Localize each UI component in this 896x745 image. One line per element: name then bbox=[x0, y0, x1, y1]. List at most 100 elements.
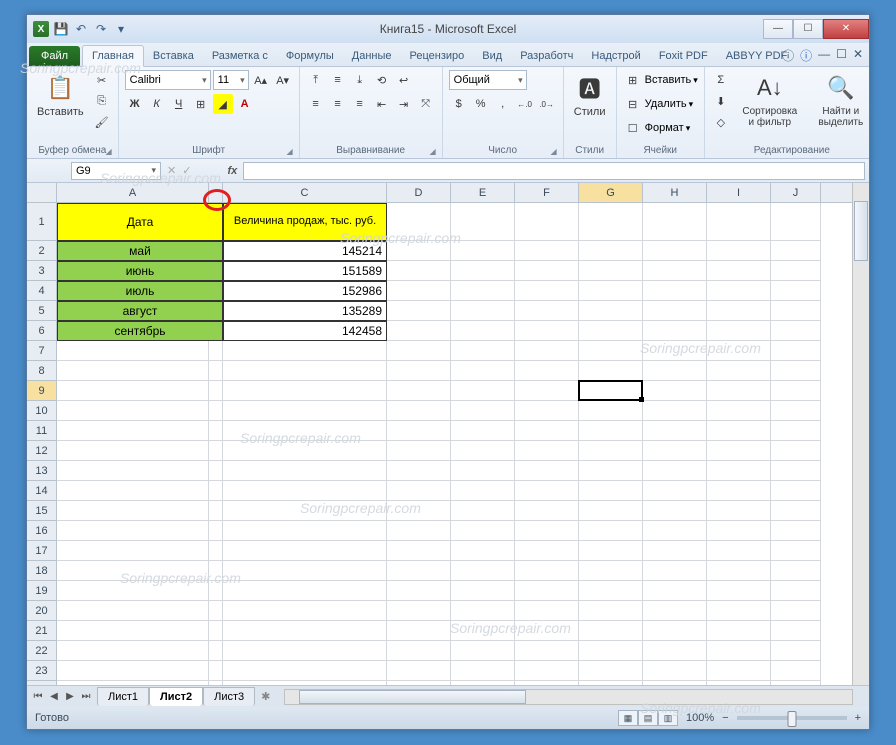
cell[interactable] bbox=[223, 461, 387, 481]
help-icon[interactable]: ⓘ bbox=[800, 47, 812, 64]
cell[interactable] bbox=[643, 281, 707, 301]
cell[interactable] bbox=[707, 301, 771, 321]
row-header-11[interactable]: 11 bbox=[27, 421, 56, 441]
cell[interactable] bbox=[57, 601, 209, 621]
mdi-min-icon[interactable]: — bbox=[818, 47, 830, 64]
cell[interactable] bbox=[707, 481, 771, 501]
row-header-1[interactable]: 1 bbox=[27, 203, 56, 241]
cell[interactable] bbox=[209, 681, 223, 685]
cell[interactable] bbox=[707, 641, 771, 661]
cell[interactable] bbox=[451, 521, 515, 541]
orientation-button[interactable]: ⟲ bbox=[372, 70, 392, 90]
cell[interactable] bbox=[387, 401, 451, 421]
tab-developer[interactable]: Разработч bbox=[511, 46, 582, 66]
cell[interactable] bbox=[515, 601, 579, 621]
cell[interactable] bbox=[451, 541, 515, 561]
tab-review[interactable]: Рецензиро bbox=[401, 46, 474, 66]
formula-input[interactable] bbox=[243, 162, 865, 180]
cell[interactable] bbox=[223, 621, 387, 641]
cell[interactable] bbox=[209, 661, 223, 681]
cell[interactable] bbox=[57, 661, 209, 681]
cell[interactable] bbox=[387, 381, 451, 401]
font-name-combo[interactable]: Calibri bbox=[125, 70, 211, 90]
tab-view[interactable]: Вид bbox=[473, 46, 511, 66]
file-tab[interactable]: Файл bbox=[29, 46, 80, 66]
cell[interactable] bbox=[57, 421, 209, 441]
cell[interactable] bbox=[579, 441, 643, 461]
cell[interactable] bbox=[451, 441, 515, 461]
cell[interactable] bbox=[771, 281, 821, 301]
align-right-button[interactable]: ≡ bbox=[350, 94, 370, 114]
cell[interactable] bbox=[515, 381, 579, 401]
percent-button[interactable]: % bbox=[471, 94, 491, 114]
col-header-F[interactable]: F bbox=[515, 183, 579, 202]
cell[interactable] bbox=[451, 321, 515, 341]
cell[interactable] bbox=[451, 281, 515, 301]
cell[interactable] bbox=[643, 601, 707, 621]
row-header-18[interactable]: 18 bbox=[27, 561, 56, 581]
row-headers[interactable]: 123456789101112131415161718192021222324 bbox=[27, 203, 57, 685]
row-header-15[interactable]: 15 bbox=[27, 501, 56, 521]
cell[interactable] bbox=[579, 301, 643, 321]
view-pagebreak-button[interactable]: ▥ bbox=[658, 710, 678, 726]
cell[interactable] bbox=[771, 601, 821, 621]
row-header-22[interactable]: 22 bbox=[27, 641, 56, 661]
cell[interactable] bbox=[387, 521, 451, 541]
italic-button[interactable]: К bbox=[147, 94, 167, 114]
format-cells-button[interactable]: Формат bbox=[645, 122, 684, 134]
cell[interactable] bbox=[771, 501, 821, 521]
number-dialog-icon[interactable]: ◢ bbox=[550, 147, 556, 156]
cell[interactable] bbox=[387, 301, 451, 321]
cell[interactable] bbox=[515, 681, 579, 685]
cell[interactable] bbox=[515, 661, 579, 681]
cell[interactable] bbox=[771, 581, 821, 601]
cell[interactable] bbox=[223, 661, 387, 681]
cell[interactable] bbox=[387, 421, 451, 441]
cell[interactable]: 145214 bbox=[223, 241, 387, 261]
decrease-decimal-button[interactable]: .0→ bbox=[537, 94, 557, 114]
zoom-value[interactable]: 100% bbox=[686, 712, 714, 724]
cell[interactable] bbox=[223, 641, 387, 661]
cell[interactable] bbox=[209, 561, 223, 581]
cell[interactable] bbox=[643, 521, 707, 541]
cell[interactable] bbox=[771, 481, 821, 501]
cell[interactable] bbox=[771, 261, 821, 281]
cell[interactable] bbox=[209, 361, 223, 381]
cell[interactable] bbox=[579, 321, 643, 341]
cell[interactable] bbox=[643, 381, 707, 401]
cell[interactable] bbox=[387, 241, 451, 261]
cell[interactable] bbox=[387, 461, 451, 481]
cell[interactable] bbox=[643, 661, 707, 681]
cell[interactable] bbox=[223, 601, 387, 621]
redo-icon[interactable]: ↷ bbox=[93, 21, 109, 37]
vertical-scrollbar[interactable] bbox=[852, 183, 869, 685]
cell[interactable] bbox=[643, 441, 707, 461]
row-header-2[interactable]: 2 bbox=[27, 241, 56, 261]
sheet-nav-last-icon[interactable]: ⏭ bbox=[79, 691, 93, 702]
cell[interactable] bbox=[771, 461, 821, 481]
cell[interactable] bbox=[707, 261, 771, 281]
cell[interactable] bbox=[643, 621, 707, 641]
cell[interactable] bbox=[579, 521, 643, 541]
cell[interactable] bbox=[57, 561, 209, 581]
cell[interactable] bbox=[451, 501, 515, 521]
cell[interactable] bbox=[387, 681, 451, 685]
row-header-8[interactable]: 8 bbox=[27, 361, 56, 381]
cell[interactable] bbox=[515, 203, 579, 241]
cell[interactable] bbox=[707, 681, 771, 685]
cell[interactable] bbox=[223, 481, 387, 501]
cell[interactable] bbox=[387, 501, 451, 521]
cell[interactable] bbox=[707, 501, 771, 521]
paste-button[interactable]: 📋 Вставить bbox=[33, 70, 88, 120]
cell[interactable] bbox=[451, 621, 515, 641]
cell[interactable] bbox=[209, 461, 223, 481]
decrease-indent-button[interactable]: ⇤ bbox=[372, 94, 392, 114]
col-header-G[interactable]: G bbox=[579, 183, 643, 202]
cell[interactable] bbox=[579, 661, 643, 681]
delete-cells-button[interactable]: Удалить bbox=[645, 98, 687, 110]
sort-filter-button[interactable]: A↓ Сортировка и фильтр bbox=[735, 70, 805, 130]
increase-indent-button[interactable]: ⇥ bbox=[394, 94, 414, 114]
cell[interactable] bbox=[209, 401, 223, 421]
zoom-in-button[interactable]: + bbox=[855, 712, 861, 724]
cell[interactable] bbox=[771, 361, 821, 381]
